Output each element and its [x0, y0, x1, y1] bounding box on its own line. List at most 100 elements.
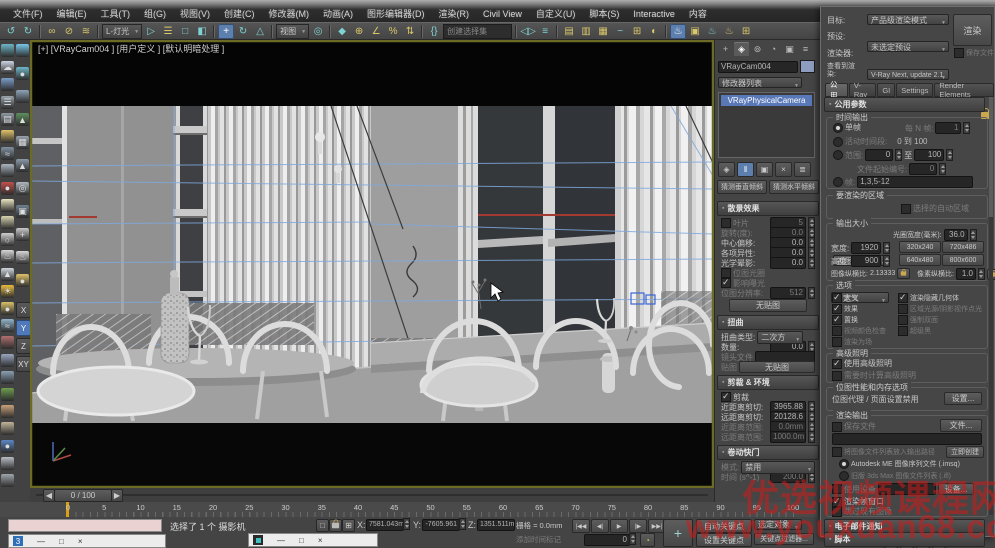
select-and-link-icon[interactable]: ∞	[44, 24, 60, 39]
menu-item-14[interactable]: 内容	[682, 5, 714, 22]
grass-icon[interactable]	[1, 388, 14, 401]
res-320x240-button[interactable]: 320x240	[899, 241, 941, 253]
cloud-icon[interactable]: ☁	[1, 61, 14, 74]
spinner[interactable]	[970, 229, 977, 241]
bokeh-effects-rollout[interactable]: 散景效果	[717, 201, 819, 216]
align-icon[interactable]: ≡	[537, 24, 553, 39]
option-checkbox-5[interactable]	[898, 315, 908, 325]
axis-constraint-z[interactable]: Z	[16, 338, 31, 354]
axis-constraint-xy[interactable]: XY	[16, 356, 31, 372]
spinner[interactable]	[978, 268, 985, 280]
object-color-swatch[interactable]	[800, 60, 815, 73]
play-button[interactable]: ▶	[610, 519, 628, 533]
next-frame-button[interactable]: |▶	[629, 519, 647, 533]
unlink-selection-icon[interactable]: ⊘	[61, 24, 77, 39]
list-panel-icon[interactable]: ☰	[1, 96, 14, 109]
restore-icon[interactable]: —	[37, 537, 45, 546]
maximize-icon[interactable]: □	[59, 537, 64, 546]
waves-icon[interactable]: ≈	[1, 319, 14, 332]
blades-checkbox[interactable]	[721, 218, 731, 228]
plate-icon[interactable]	[1, 199, 14, 212]
compute-adv-lighting-checkbox[interactable]	[832, 371, 842, 381]
distortion-rollout[interactable]: 扭曲	[717, 315, 819, 330]
time-slider-next-button[interactable]: ▶	[111, 489, 123, 502]
create-now-button[interactable]: 立即创建	[946, 446, 984, 458]
range-from-field[interactable]: 0	[865, 149, 893, 161]
guess-horizontal-button[interactable]: 猜测水平倾斜	[769, 180, 819, 194]
legacy-ifl-radio[interactable]	[839, 471, 849, 481]
tree-icon[interactable]: ▲	[16, 113, 29, 126]
menu-item-13[interactable]: Interactive	[626, 7, 682, 21]
named-selection-field[interactable]: 创建选择集	[443, 24, 512, 39]
shutter-mode-dropdown[interactable]: 禁用	[741, 461, 815, 474]
render-iterative-icon[interactable]: ♨	[721, 24, 737, 39]
selection-lock-icon[interactable]	[329, 519, 342, 532]
ribbon-toggle-icon[interactable]: ▦	[595, 24, 611, 39]
molecules-icon[interactable]	[1, 336, 14, 349]
distortion-no-map-button[interactable]: 无贴图	[739, 361, 815, 373]
select-and-manipulate-icon[interactable]: ◆	[334, 24, 350, 39]
track-bar[interactable]: 0510152025303540455055606570758085909510…	[0, 502, 818, 518]
schematic-view-icon[interactable]: ⊞	[629, 24, 645, 39]
rock-icon[interactable]	[1, 371, 14, 384]
select-object-icon[interactable]: ▷	[143, 24, 159, 39]
menu-item-1[interactable]: 编辑(E)	[50, 5, 94, 22]
reference-coordinate-dropdown[interactable]: 视图	[276, 24, 309, 39]
grid-icon[interactable]: ▦	[16, 136, 29, 149]
affect-exposure-checkbox[interactable]	[721, 278, 731, 288]
z-coord-field[interactable]: 1351.511m	[477, 519, 515, 531]
snaps-toggle-icon[interactable]: ⊕	[351, 24, 367, 39]
spinner[interactable]	[895, 149, 902, 161]
hemisphere-icon[interactable]	[1, 164, 14, 177]
clip-checkbox[interactable]	[721, 392, 731, 402]
menu-item-3[interactable]: 组(G)	[137, 5, 173, 22]
menu-item-9[interactable]: 渲染(R)	[432, 5, 477, 22]
use-device-checkbox[interactable]	[832, 484, 842, 494]
close-icon[interactable]: ×	[78, 537, 83, 546]
rolling-shutter-rollout[interactable]: 卷动快门	[717, 445, 819, 460]
active-segment-radio[interactable]	[833, 137, 843, 147]
spinner[interactable]	[629, 533, 636, 545]
tab-hierarchy[interactable]: ⊚	[750, 42, 765, 56]
single-frame-radio[interactable]	[833, 123, 843, 133]
dialog-scrollbar[interactable]	[989, 97, 993, 515]
render-tab-gi[interactable]: GI	[877, 83, 895, 97]
far-range-field[interactable]: 1000.0m	[770, 431, 806, 443]
redo-icon[interactable]: ↻	[20, 24, 36, 39]
undo-icon[interactable]: ↺	[3, 24, 19, 39]
option-checkbox-2[interactable]	[832, 304, 842, 314]
use-adv-lighting-checkbox[interactable]	[832, 359, 842, 369]
current-frame-field[interactable]: 0	[584, 534, 630, 546]
option-checkbox-1[interactable]	[898, 293, 908, 303]
frames-radio[interactable]	[833, 177, 843, 187]
aperture-field[interactable]: 36.0	[944, 229, 968, 241]
minimized-window-2[interactable]: — □ ×	[248, 533, 378, 547]
hand-icon[interactable]	[1, 405, 14, 418]
menu-item-11[interactable]: 自定义(U)	[529, 5, 583, 22]
percent-snap-icon[interactable]: %	[385, 24, 401, 39]
select-and-scale-icon[interactable]: △	[252, 24, 268, 39]
stack-item-vrayphysicalcamera[interactable]: VRayPhysicalCamera	[721, 95, 812, 106]
mirror-icon[interactable]: ◁▷	[520, 24, 536, 39]
cone-icon[interactable]: ▲	[1, 268, 14, 281]
option-checkbox-8[interactable]	[832, 337, 842, 347]
menu-item-10[interactable]: Civil View	[476, 7, 529, 21]
isolate-selection-icon[interactable]: □	[316, 519, 329, 532]
select-and-rotate-icon[interactable]: ↻	[235, 24, 251, 39]
spinner[interactable]	[883, 255, 890, 267]
window-crossing-icon[interactable]: ◧	[194, 24, 210, 39]
menu-item-12[interactable]: 脚本(S)	[582, 5, 626, 22]
spinner[interactable]	[939, 163, 946, 175]
time-configuration-icon[interactable]: ◔	[640, 533, 655, 547]
output-path-field[interactable]	[832, 433, 982, 445]
dome-icon[interactable]	[1, 216, 14, 229]
spinner[interactable]	[459, 518, 466, 530]
restore-icon[interactable]: —	[277, 536, 285, 545]
axis-constraint-x[interactable]: X	[16, 302, 31, 318]
clipboard-icon[interactable]	[1, 457, 14, 470]
render-tab-公用[interactable]: 公用	[825, 83, 848, 97]
tab-motion[interactable]: ◔	[766, 42, 781, 56]
fish-icon[interactable]: ≈	[1, 147, 14, 160]
common-parameters-rollout[interactable]: 公用参数	[824, 97, 985, 112]
set-keys-button[interactable]: +	[663, 519, 693, 547]
